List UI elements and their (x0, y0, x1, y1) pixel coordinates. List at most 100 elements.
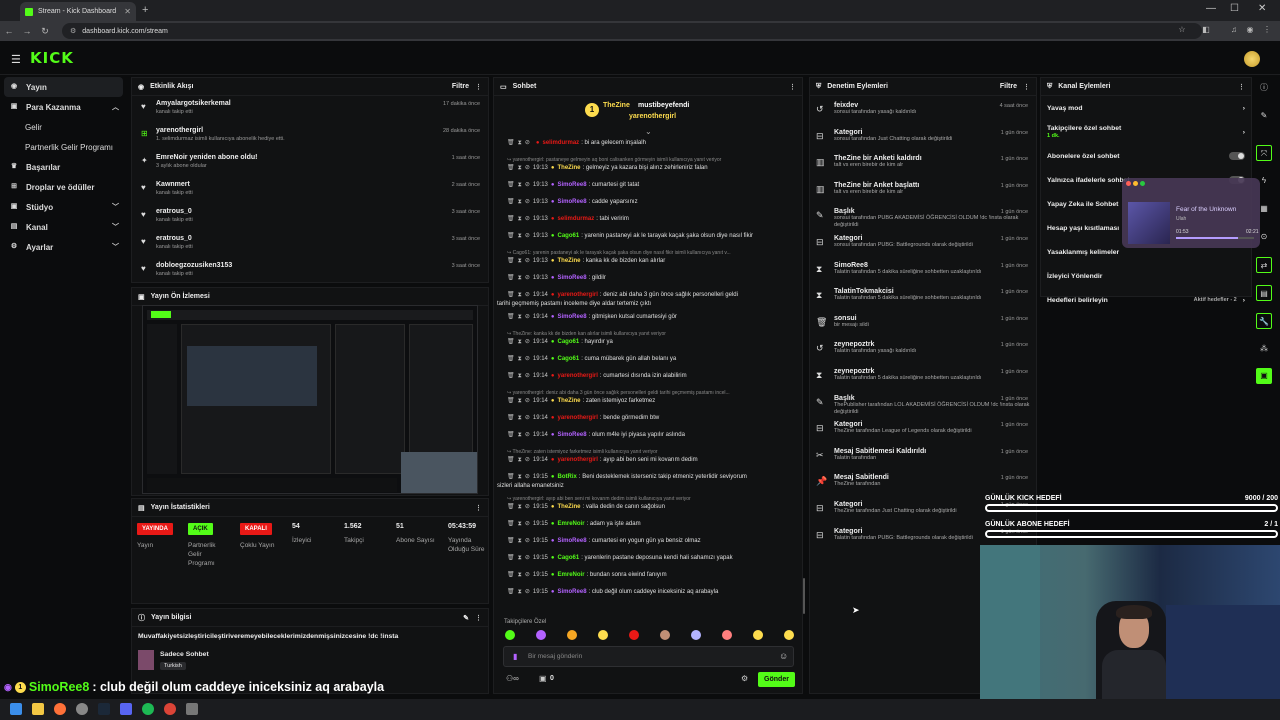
event-name[interactable]: Amyalargotsikerkemal (156, 100, 488, 107)
chat-input[interactable]: ▮ Bir mesaj gönderin ☺ (503, 646, 794, 667)
timeout-icon[interactable]: ⧗ (518, 275, 522, 281)
message-username[interactable]: SimoRee8 (558, 314, 587, 320)
ban-icon[interactable]: ⊘ (525, 258, 530, 264)
chevron-right-icon[interactable]: › (1243, 129, 1245, 136)
timeout-icon[interactable]: ⧗ (518, 555, 522, 561)
edit-icon[interactable]: ✎ (463, 614, 469, 622)
message-username[interactable]: yarenothergirl (558, 457, 598, 463)
forward-icon[interactable]: → (18, 26, 36, 36)
ban-icon[interactable]: ⊘ (525, 521, 530, 527)
emote-icon[interactable] (784, 630, 794, 640)
top-user-3[interactable]: yarenothergirl (629, 113, 676, 120)
channel-action[interactable]: Hedefleri belirleyin Aktif hedefler - 2 › (1041, 288, 1251, 312)
chat-message[interactable]: 🗑 ⧗ ⊘ 19:15 ● Cago61: yarenlerin pastane depo… (497, 554, 797, 563)
timeout-icon[interactable]: ⧗ (518, 474, 522, 480)
ban-icon[interactable]: ⊘ (525, 457, 530, 463)
new-tab-icon[interactable]: + (142, 4, 148, 16)
delete-message-icon[interactable]: 🗑 (507, 457, 515, 463)
timeout-icon[interactable]: ⧗ (518, 538, 522, 544)
delete-message-icon[interactable]: 🗑 (507, 521, 515, 527)
message-username[interactable]: Cago61 (558, 555, 580, 561)
message-username[interactable]: SimoRee8 (558, 199, 587, 205)
language-tag[interactable]: Turkish (160, 662, 186, 670)
delete-message-icon[interactable]: 🗑 (507, 415, 515, 421)
emoji-icon[interactable]: ☺ (779, 651, 788, 661)
chat-message[interactable]: 🗑 ⧗ ⊘ 19:15 ● EmreNoir: adam ya işte adam (497, 520, 797, 529)
ban-icon[interactable]: ⊘ (525, 216, 530, 222)
timeout-icon[interactable]: ⧗ (518, 521, 522, 527)
chrome-icon[interactable] (164, 703, 176, 715)
message-username[interactable]: SimoRee8 (558, 432, 587, 438)
message-username[interactable]: yarenothergirl (558, 415, 598, 421)
message-username[interactable]: TheZine (558, 165, 581, 171)
chevron-down-icon[interactable]: ﹀ (112, 202, 119, 212)
channel-action[interactable]: Abonelere özel sohbet (1041, 144, 1251, 168)
rail-edit-icon[interactable]: ✎ (1256, 108, 1272, 124)
emote-icon[interactable] (660, 630, 670, 640)
chat-message[interactable]: 🗑 ⧗ ⊘ 19:15 ● TheZine: valla dedin de canın s… (497, 503, 797, 512)
delete-message-icon[interactable]: 🗑 (507, 275, 515, 281)
timeout-icon[interactable]: ⧗ (518, 415, 522, 421)
chat-message[interactable]: 🗑 ⧗ ⊘ 19:14 ● SimoRee8: gitmişken kutsal cuma… (497, 313, 797, 322)
category-name[interactable]: Sadece Sohbet (160, 651, 209, 658)
modlog-filter-button[interactable]: Filtre (1000, 83, 1017, 90)
toggle-switch[interactable] (1229, 152, 1245, 160)
ban-icon[interactable]: ⊘ (525, 182, 530, 188)
menu-icon[interactable]: ☰ (11, 53, 21, 66)
chevron-down-icon[interactable]: ﹀ (112, 242, 119, 252)
timeout-icon[interactable]: ⧗ (518, 165, 522, 171)
chevron-down-icon[interactable]: ﹀ (112, 222, 119, 232)
media-icon[interactable]: ♫ (1229, 25, 1239, 35)
emote-icon[interactable] (567, 630, 577, 640)
sidebar-item-7[interactable]: ▤ Kanal ﹀ (0, 217, 127, 237)
emote-icon[interactable] (629, 630, 639, 640)
ban-icon[interactable]: ⊘ (525, 140, 530, 146)
timeout-icon[interactable]: ⧗ (518, 504, 522, 510)
ban-icon[interactable]: ⊘ (525, 314, 530, 320)
activity-more-icon[interactable]: ⋮ (475, 83, 482, 91)
delete-message-icon[interactable]: 🗑 (507, 398, 515, 404)
timeout-icon[interactable]: ⧗ (518, 398, 522, 404)
message-username[interactable]: SimoRee8 (558, 182, 587, 188)
chat-message[interactable]: 🗑 ⧗ ⊘ 19:14 ● SimoRee8: olum m4le iyi piyasa … (497, 431, 797, 440)
firefox-icon[interactable] (54, 703, 66, 715)
timeout-icon[interactable]: ⧗ (518, 292, 522, 298)
rail-swap-icon[interactable]: ⇄ (1256, 257, 1272, 273)
chat-message[interactable]: 🗑 ⧗ ⊘ 19:15 ● EmreNoir: bundan sonra eiwind f… (497, 571, 797, 580)
chat-settings-icon[interactable]: ⚙ (741, 674, 748, 683)
message-username[interactable]: EmreNoir (558, 572, 585, 578)
timeout-icon[interactable]: ⧗ (518, 140, 522, 146)
chat-message[interactable]: 🗑 ⧗ ⊘ 19:15 ● SimoRee8: club değil olum cadde… (497, 588, 797, 597)
window-minimize-dot[interactable] (1133, 181, 1138, 186)
chat-message[interactable]: 🗑 ⧗ ⊘ 19:13 ● Cago61: yarenin pastaneyi ak le… (497, 232, 797, 241)
ban-icon[interactable]: ⊘ (525, 589, 530, 595)
emote-icon[interactable] (598, 630, 608, 640)
timeout-icon[interactable]: ⧗ (518, 199, 522, 205)
event-name[interactable]: dobloegzozusiken3153 (156, 262, 488, 269)
timeout-icon[interactable]: ⧗ (518, 258, 522, 264)
message-username[interactable]: SimoRee8 (558, 538, 587, 544)
browser-tab[interactable]: Stream - Kick Dashboard ✕ (20, 2, 136, 21)
delete-message-icon[interactable]: 🗑 (507, 314, 515, 320)
window-maximize-dot[interactable] (1140, 181, 1145, 186)
stream-info-more-icon[interactable]: ⋮ (475, 614, 482, 622)
emote-icon[interactable] (691, 630, 701, 640)
channel-actions-more-icon[interactable]: ⋮ (1238, 83, 1245, 91)
chat-message[interactable]: 🗑 ⧗ ⊘ 19:13 ● SimoRee8: cadde yaparsınız (497, 198, 797, 207)
stats-more-icon[interactable]: ⋮ (475, 504, 482, 512)
ban-icon[interactable]: ⊘ (525, 373, 530, 379)
rail-wrench-icon[interactable]: 🔧 (1256, 313, 1272, 329)
message-username[interactable]: EmreNoir (558, 521, 585, 527)
stream-preview-video[interactable] (142, 305, 478, 494)
message-username[interactable]: yarenothergirl (558, 373, 598, 379)
delete-message-icon[interactable]: 🗑 (507, 182, 515, 188)
app-icon[interactable] (76, 703, 88, 715)
chat-more-icon[interactable]: ⋮ (789, 83, 796, 91)
activity-filter-button[interactable]: Filtre (452, 83, 469, 90)
delete-message-icon[interactable]: 🗑 (507, 140, 515, 146)
user-avatar[interactable] (1244, 51, 1260, 67)
send-button[interactable]: Gönder (758, 672, 795, 687)
message-username[interactable]: Cago61 (558, 233, 580, 239)
event-name[interactable]: Kawnmert (156, 181, 488, 188)
modlog-more-icon[interactable]: ⋮ (1023, 83, 1030, 91)
